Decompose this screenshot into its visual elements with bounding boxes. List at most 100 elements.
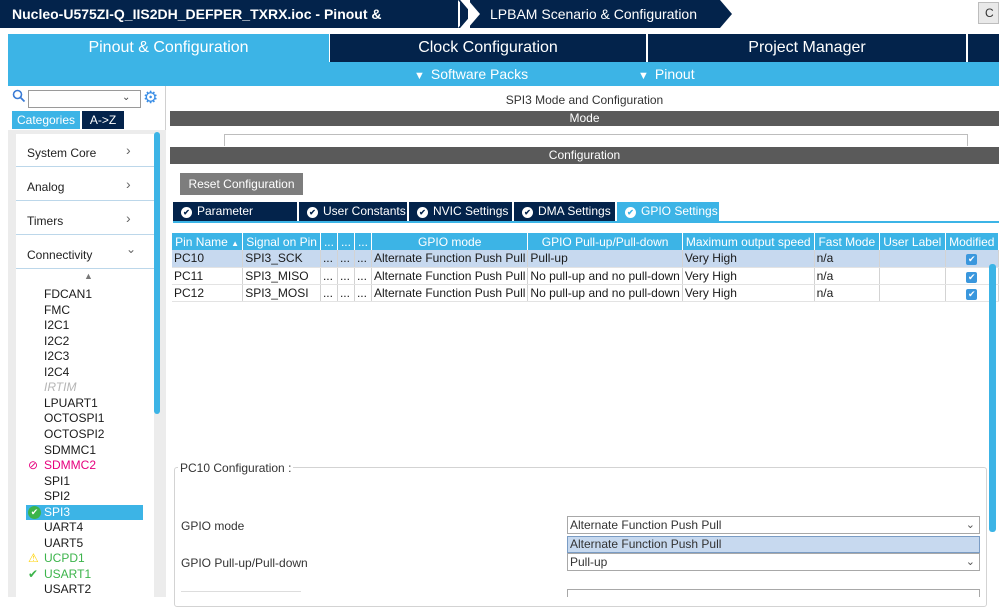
peripheral-label: SDMMC2 xyxy=(44,458,97,473)
mode-select[interactable] xyxy=(224,134,968,146)
peripheral-item-usart2[interactable]: USART2 xyxy=(16,582,146,597)
column-header-modified[interactable]: Modified xyxy=(945,233,999,250)
column-header-user-label[interactable]: User Label xyxy=(879,233,946,250)
tab-nvic-settings[interactable]: ✔ NVIC Settings xyxy=(409,202,512,221)
sub-menu-bar: ▼ Software Packs ▼ Pinout xyxy=(8,62,999,86)
peripheral-item-i2c1[interactable]: I2C1 xyxy=(16,318,146,333)
peripheral-item-ucpd1[interactable]: ⚠ UCPD1 xyxy=(16,551,146,566)
categories-button[interactable]: Categories xyxy=(12,111,80,129)
gpio-pull-select[interactable]: Pull-up ⌄ xyxy=(567,553,980,571)
gpio-mode-option[interactable]: Alternate Function Push Pull xyxy=(567,536,980,553)
peripheral-item-fmc[interactable]: FMC xyxy=(16,303,146,318)
tab-label: NVIC Settings xyxy=(433,204,509,218)
gpio-pull-value: Pull-up xyxy=(570,555,608,569)
software-packs-menu[interactable]: ▼ Software Packs xyxy=(414,62,528,88)
category-analog[interactable]: Analog › xyxy=(16,168,154,201)
gpio-mode-select[interactable]: Alternate Function Push Pull ⌄ xyxy=(567,516,980,534)
breadcrumb-file[interactable]: Nucleo-U575ZI-Q_IIS2DH_DEFPER_TXRX.ioc -… xyxy=(0,0,460,50)
peripheral-item-spi1[interactable]: SPI1 xyxy=(16,474,146,489)
mode-header[interactable]: Mode xyxy=(170,111,999,126)
cell-mode: Alternate Function Push Pull xyxy=(371,284,529,302)
peripheral-label: OCTOSPI1 xyxy=(44,411,105,426)
check-circle-icon: ✔ xyxy=(307,207,318,218)
column-header-fast-mode[interactable]: Fast Mode xyxy=(814,233,881,250)
config-tabs: ✔Parameter Settings ✔ User Constants ✔ NVI… xyxy=(173,202,999,237)
tab-dma-settings[interactable]: ✔ DMA Settings xyxy=(514,202,615,221)
peripheral-label: IRTIM xyxy=(44,380,77,395)
gear-icon[interactable]: ⚙ xyxy=(143,88,158,108)
category-system-core[interactable]: System Core › xyxy=(16,134,154,167)
configuration-header[interactable]: Configuration xyxy=(170,147,999,164)
column-header-speed[interactable]: Maximum output speed xyxy=(682,233,815,250)
tab-user-constants[interactable]: ✔ User Constants xyxy=(299,202,407,221)
reset-configuration-button[interactable]: Reset Configuration xyxy=(180,173,303,195)
column-header-collapsed[interactable]: ... xyxy=(320,233,338,250)
modified-checkbox[interactable]: ✔ xyxy=(966,288,978,300)
table-header-row: Pin Name ▲ Signal on Pin ... ... ... GPI… xyxy=(172,233,999,250)
generate-code-button[interactable]: C xyxy=(978,2,999,24)
left-panel: ⌄ ⚙ Categories A->Z System Core › Analog… xyxy=(8,86,166,597)
column-header-signal[interactable]: Signal on Pin xyxy=(242,233,321,250)
column-header-gpio-mode[interactable]: GPIO mode xyxy=(371,233,529,250)
tab-pinout-configuration[interactable]: Pinout & Configuration xyxy=(8,34,329,62)
column-header-label: Pin Name xyxy=(175,234,228,249)
peripheral-item-spi2[interactable]: SPI2 xyxy=(16,489,146,504)
table-row[interactable]: PC11 SPI3_MISO ... ... ... Alternate Fun… xyxy=(172,267,999,285)
peripheral-item-i2c3[interactable]: I2C3 xyxy=(16,349,146,364)
peripheral-item-fdcan1[interactable]: FDCAN1 xyxy=(16,287,146,302)
tab-gpio-settings[interactable]: ✔ GPIO Settings xyxy=(617,202,719,221)
category-label: System Core xyxy=(27,146,97,160)
peripheral-item-sdmmc1[interactable]: SDMMC1 xyxy=(16,443,146,458)
peripheral-item-uart5[interactable]: UART5 xyxy=(16,536,146,551)
modified-checkbox[interactable]: ✔ xyxy=(966,254,978,266)
a-to-z-button[interactable]: A->Z xyxy=(82,111,124,129)
cell-speed: Very High xyxy=(682,284,815,302)
category-connectivity[interactable]: Connectivity ⌄ xyxy=(16,236,154,269)
tab-parameter-settings[interactable]: ✔Parameter Settings xyxy=(173,202,297,237)
peripheral-label: FMC xyxy=(44,302,70,317)
peripheral-label: SPI1 xyxy=(44,473,71,488)
mode-panel-title: SPI3 Mode and Configuration xyxy=(505,93,664,107)
cell-collapsed: ... xyxy=(320,250,338,268)
peripheral-item-uart4[interactable]: UART4 xyxy=(16,520,146,535)
category-timers[interactable]: Timers › xyxy=(16,202,154,235)
table-row[interactable]: PC10 SPI3_SCK ... ... ... Alternate Func… xyxy=(172,250,999,268)
table-row[interactable]: PC12 SPI3_MOSI ... ... ... Alternate Fun… xyxy=(172,284,999,302)
check-icon: ✔ xyxy=(28,566,39,581)
column-header-collapsed[interactable]: ... xyxy=(354,233,372,250)
cell-collapsed: ... xyxy=(337,250,355,268)
cell-collapsed: ... xyxy=(337,284,355,302)
peripheral-item-spi3[interactable]: ✔ SPI3 xyxy=(26,504,143,520)
peripheral-label: UART4 xyxy=(44,520,84,535)
column-header-pull[interactable]: GPIO Pull-up/Pull-down xyxy=(527,233,683,250)
sort-icon[interactable]: ▲ xyxy=(84,271,93,281)
peripheral-item-i2c2[interactable]: I2C2 xyxy=(16,334,146,349)
scrollbar[interactable] xyxy=(989,264,996,532)
search-icon[interactable] xyxy=(12,89,26,105)
peripheral-item-lpuart1[interactable]: LPUART1 xyxy=(16,396,146,411)
peripheral-item-octospi1[interactable]: OCTOSPI1 xyxy=(16,411,146,426)
peripheral-label: FDCAN1 xyxy=(44,287,93,301)
column-header-collapsed[interactable]: ... xyxy=(337,233,355,250)
scrollbar[interactable] xyxy=(154,132,160,414)
peripheral-item-irtim[interactable]: IRTIM xyxy=(16,380,146,395)
peripheral-item-octospi2[interactable]: OCTOSPI2 xyxy=(16,427,146,442)
modified-checkbox[interactable]: ✔ xyxy=(966,271,978,283)
peripheral-item-usart1[interactable]: ✔ USART1 xyxy=(16,567,146,582)
tab-overflow[interactable] xyxy=(968,34,999,62)
column-header-pin-name[interactable]: Pin Name ▲ xyxy=(172,233,244,250)
peripheral-item-sdmmc2[interactable]: ⊘ SDMMC2 xyxy=(16,458,146,473)
max-output-speed-select[interactable] xyxy=(567,589,980,597)
peripheral-label: USART1 xyxy=(44,566,92,581)
chevron-down-icon[interactable]: ⌄ xyxy=(122,92,130,103)
tab-clock-configuration[interactable]: Clock Configuration xyxy=(330,34,646,62)
peripheral-item-i2c4[interactable]: I2C4 xyxy=(16,365,146,380)
cell-fast: n/a xyxy=(814,250,881,268)
cell-speed: Very High xyxy=(682,250,815,268)
cell-fast: n/a xyxy=(814,267,881,285)
tab-project-manager[interactable]: Project Manager xyxy=(648,34,966,62)
cell-pull: No pull-up and no pull-down xyxy=(527,284,683,302)
breadcrumb-scenario[interactable]: LPBAM Scenario & Configuration xyxy=(470,0,720,28)
gpio-mode-label: GPIO mode xyxy=(181,519,245,533)
pinout-menu[interactable]: ▼ Pinout xyxy=(638,62,695,88)
